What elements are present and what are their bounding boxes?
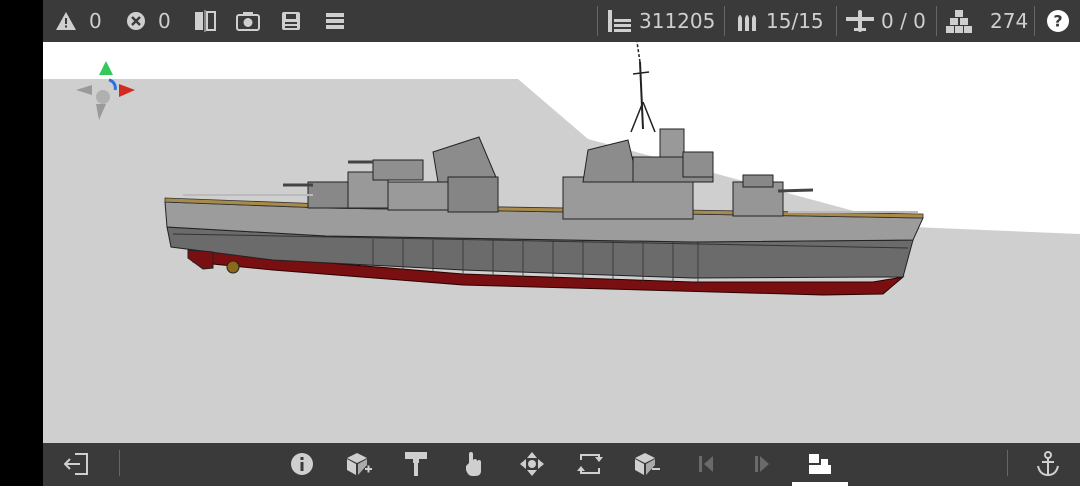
parts-icon xyxy=(946,10,972,33)
gizmo-rotation-ring-blue xyxy=(108,78,117,91)
menu-icon xyxy=(326,13,344,29)
add-block-button[interactable] xyxy=(343,448,375,480)
gizmo-left-arrow xyxy=(76,85,92,95)
next-button[interactable] xyxy=(746,448,778,480)
ship-scene xyxy=(43,42,1080,296)
hand-icon xyxy=(466,452,481,476)
previous-button[interactable] xyxy=(690,448,722,480)
warning-count: 0 xyxy=(89,9,102,33)
remove-block-icon xyxy=(635,453,660,475)
warning-icon xyxy=(56,12,76,30)
move-button[interactable] xyxy=(516,448,548,480)
save-button[interactable] xyxy=(281,0,301,42)
menu-button[interactable] xyxy=(325,0,345,42)
camera-icon xyxy=(236,12,260,31)
prev-icon xyxy=(699,456,713,472)
move-icon xyxy=(520,452,544,476)
aircraft-value: 0 / 0 xyxy=(881,9,926,33)
paint-button[interactable] xyxy=(400,448,432,480)
mass-icon xyxy=(608,10,631,32)
gizmo-center xyxy=(96,90,110,104)
separator xyxy=(724,6,725,36)
gizmo-right-arrow-red xyxy=(119,84,135,97)
svg-text:?: ? xyxy=(1053,12,1062,31)
remove-block-button[interactable] xyxy=(631,448,663,480)
warnings-indicator[interactable]: 0 xyxy=(55,0,102,42)
separator xyxy=(119,450,120,476)
mirror-icon xyxy=(195,10,216,32)
mass-value: 311205 xyxy=(639,9,716,33)
3d-viewport[interactable] xyxy=(43,42,1080,443)
errors-indicator[interactable]: 0 xyxy=(126,0,171,42)
build-icon xyxy=(809,454,831,474)
grab-button[interactable] xyxy=(458,448,490,480)
separator xyxy=(1034,6,1035,36)
ammo-value: 15/15 xyxy=(766,9,824,33)
aircraft-icon xyxy=(846,10,874,32)
bottom-toolbar xyxy=(43,443,1080,486)
rotate-button[interactable] xyxy=(574,448,606,480)
parts-stat: 274 xyxy=(946,0,1028,42)
save-icon xyxy=(282,12,300,30)
paint-icon xyxy=(405,452,427,476)
anchor-button[interactable] xyxy=(1032,448,1064,480)
rotate-icon xyxy=(577,454,603,474)
ammo-icon xyxy=(738,15,756,31)
help-button[interactable]: ? xyxy=(1046,0,1070,42)
parts-value: 274 xyxy=(990,9,1029,33)
exit-icon xyxy=(63,453,88,475)
info-icon xyxy=(291,453,313,475)
separator xyxy=(936,6,937,36)
add-block-icon xyxy=(347,453,372,475)
mirror-button[interactable] xyxy=(193,0,217,42)
build-mode-button[interactable] xyxy=(804,448,836,480)
info-button[interactable] xyxy=(286,448,318,480)
ammo-stat: 15/15 xyxy=(736,0,824,42)
anchor-icon xyxy=(1037,451,1059,477)
exit-button[interactable] xyxy=(60,448,92,480)
active-tab-indicator xyxy=(792,482,848,486)
mass-stat: 311205 xyxy=(607,0,715,42)
screenshot-button[interactable] xyxy=(236,0,260,42)
error-count: 0 xyxy=(158,9,171,33)
help-icon: ? xyxy=(1047,10,1069,32)
separator xyxy=(1007,450,1008,476)
next-icon xyxy=(755,456,769,472)
separator xyxy=(836,6,837,36)
gizmo-bottom-arrow xyxy=(96,104,106,120)
separator xyxy=(597,6,598,36)
aircraft-stat: 0 / 0 xyxy=(845,0,926,42)
error-icon xyxy=(127,12,145,30)
